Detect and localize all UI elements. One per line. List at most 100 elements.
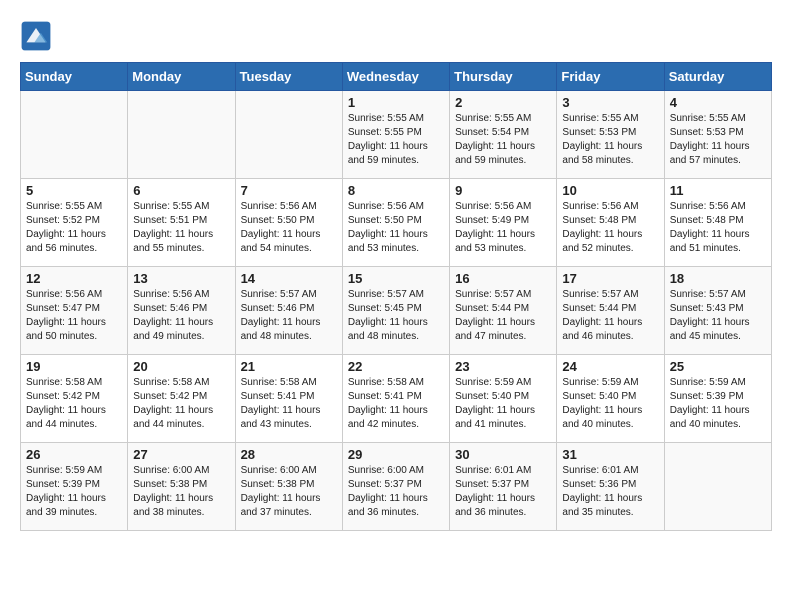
day-number: 12 [26,271,122,286]
calendar-cell: 16Sunrise: 5:57 AM Sunset: 5:44 PM Dayli… [450,267,557,355]
calendar-cell: 1 Sunrise: 5:55 AM Sunset: 5:55 PM Daylig… [342,91,449,179]
day-info: Sunrise: 5:56 AM Sunset: 5:49 PM Dayligh… [455,200,551,256]
weekday-friday: Friday [557,63,664,91]
calendar-cell: 23Sunrise: 5:59 AM Sunset: 5:40 PM Dayli… [450,355,557,443]
weekday-saturday: Saturday [664,63,771,91]
calendar-header: SundayMondayTuesdayWednesdayThursdayFrid… [21,63,772,91]
day-number: 1 [348,95,444,110]
day-info: Sunrise: 5:59 AM Sunset: 5:40 PM Dayligh… [455,376,551,432]
calendar-cell: 26 Sunrise: 5:59 AM Sunset: 5:39 PM Dayli… [21,443,128,531]
day-info: Sunrise: 5:58 AM Sunset: 5:41 PM Dayligh… [241,376,337,432]
calendar-cell: 8 Sunrise: 5:56 AM Sunset: 5:50 PM Daylig… [342,179,449,267]
weekday-sunday: Sunday [21,63,128,91]
calendar-cell [21,91,128,179]
day-info: Sunrise: 5:57 AM Sunset: 5:44 PM Dayligh… [562,288,658,344]
calendar-cell: 12 Sunrise: 5:56 AM Sunset: 5:47 PM Dayli… [21,267,128,355]
day-info: Sunrise: 5:57 AM Sunset: 5:45 PM Dayligh… [348,288,444,344]
day-number: 26 [26,447,122,462]
calendar-cell: 14 Sunrise: 5:57 AM Sunset: 5:46 PM Dayli… [235,267,342,355]
day-info: Sunrise: 6:01 AM Sunset: 5:36 PM Dayligh… [562,464,658,520]
calendar-cell: 10 Sunrise: 5:56 AM Sunset: 5:48 PM Dayli… [557,179,664,267]
day-number: 28 [241,447,337,462]
day-info: Sunrise: 5:56 AM Sunset: 5:50 PM Dayligh… [348,200,444,256]
calendar-cell: 27 Sunrise: 6:00 AM Sunset: 5:38 PM Dayli… [128,443,235,531]
calendar-cell [235,91,342,179]
day-number: 7 [241,183,337,198]
weekday-monday: Monday [128,63,235,91]
day-info: Sunrise: 5:57 AM Sunset: 5:43 PM Dayligh… [670,288,766,344]
calendar-cell: 11 Sunrise: 5:56 AM Sunset: 5:48 PM Dayli… [664,179,771,267]
day-number: 19 [26,359,122,374]
day-info: Sunrise: 5:57 AM Sunset: 5:46 PM Dayligh… [241,288,337,344]
day-info: Sunrise: 5:56 AM Sunset: 5:48 PM Dayligh… [562,200,658,256]
calendar-cell: 24Sunrise: 5:59 AM Sunset: 5:40 PM Dayli… [557,355,664,443]
logo-icon [20,20,52,52]
calendar-cell: 19 Sunrise: 5:58 AM Sunset: 5:42 PM Dayli… [21,355,128,443]
day-info: Sunrise: 5:57 AM Sunset: 5:44 PM Dayligh… [455,288,551,344]
calendar-cell: 22Sunrise: 5:58 AM Sunset: 5:41 PM Dayli… [342,355,449,443]
calendar-cell: 4 Sunrise: 5:55 AM Sunset: 5:53 PM Daylig… [664,91,771,179]
weekday-tuesday: Tuesday [235,63,342,91]
day-number: 14 [241,271,337,286]
calendar-week-5: 26 Sunrise: 5:59 AM Sunset: 5:39 PM Dayli… [21,443,772,531]
day-number: 25 [670,359,766,374]
day-number: 4 [670,95,766,110]
calendar-cell [664,443,771,531]
day-info: Sunrise: 5:59 AM Sunset: 5:39 PM Dayligh… [26,464,122,520]
day-info: Sunrise: 5:56 AM Sunset: 5:50 PM Dayligh… [241,200,337,256]
day-number: 6 [133,183,229,198]
day-info: Sunrise: 6:00 AM Sunset: 5:38 PM Dayligh… [241,464,337,520]
calendar-week-4: 19 Sunrise: 5:58 AM Sunset: 5:42 PM Dayli… [21,355,772,443]
day-number: 13 [133,271,229,286]
calendar-cell: 30 Sunrise: 6:01 AM Sunset: 5:37 PM Dayli… [450,443,557,531]
calendar-cell: 31 Sunrise: 6:01 AM Sunset: 5:36 PM Dayli… [557,443,664,531]
day-info: Sunrise: 5:58 AM Sunset: 5:42 PM Dayligh… [26,376,122,432]
calendar-cell: 29Sunrise: 6:00 AM Sunset: 5:37 PM Dayli… [342,443,449,531]
day-info: Sunrise: 5:56 AM Sunset: 5:47 PM Dayligh… [26,288,122,344]
calendar-cell: 17 Sunrise: 5:57 AM Sunset: 5:44 PM Dayli… [557,267,664,355]
day-number: 18 [670,271,766,286]
calendar-week-2: 5 Sunrise: 5:55 AM Sunset: 5:52 PM Daylig… [21,179,772,267]
page-header [20,20,772,52]
day-info: Sunrise: 5:55 AM Sunset: 5:51 PM Dayligh… [133,200,229,256]
day-number: 20 [133,359,229,374]
day-number: 21 [241,359,337,374]
calendar-cell: 6 Sunrise: 5:55 AM Sunset: 5:51 PM Daylig… [128,179,235,267]
day-number: 30 [455,447,551,462]
weekday-thursday: Thursday [450,63,557,91]
day-number: 27 [133,447,229,462]
day-number: 5 [26,183,122,198]
logo [20,20,58,52]
day-info: Sunrise: 5:55 AM Sunset: 5:53 PM Dayligh… [562,112,658,168]
day-info: Sunrise: 5:56 AM Sunset: 5:46 PM Dayligh… [133,288,229,344]
calendar-cell: 20 Sunrise: 5:58 AM Sunset: 5:42 PM Dayli… [128,355,235,443]
weekday-header-row: SundayMondayTuesdayWednesdayThursdayFrid… [21,63,772,91]
day-number: 29 [348,447,444,462]
day-info: Sunrise: 5:58 AM Sunset: 5:42 PM Dayligh… [133,376,229,432]
day-number: 9 [455,183,551,198]
calendar-cell: 13 Sunrise: 5:56 AM Sunset: 5:46 PM Dayli… [128,267,235,355]
day-info: Sunrise: 6:01 AM Sunset: 5:37 PM Dayligh… [455,464,551,520]
calendar-cell: 5 Sunrise: 5:55 AM Sunset: 5:52 PM Daylig… [21,179,128,267]
day-info: Sunrise: 5:55 AM Sunset: 5:52 PM Dayligh… [26,200,122,256]
day-number: 11 [670,183,766,198]
day-number: 24 [562,359,658,374]
calendar-cell: 25Sunrise: 5:59 AM Sunset: 5:39 PM Dayli… [664,355,771,443]
calendar-cell: 28 Sunrise: 6:00 AM Sunset: 5:38 PM Dayli… [235,443,342,531]
day-number: 8 [348,183,444,198]
day-number: 3 [562,95,658,110]
day-info: Sunrise: 5:56 AM Sunset: 5:48 PM Dayligh… [670,200,766,256]
day-number: 2 [455,95,551,110]
day-info: Sunrise: 5:58 AM Sunset: 5:41 PM Dayligh… [348,376,444,432]
day-number: 31 [562,447,658,462]
calendar-cell: 15Sunrise: 5:57 AM Sunset: 5:45 PM Dayli… [342,267,449,355]
weekday-wednesday: Wednesday [342,63,449,91]
day-info: Sunrise: 5:55 AM Sunset: 5:53 PM Dayligh… [670,112,766,168]
day-info: Sunrise: 5:55 AM Sunset: 5:54 PM Dayligh… [455,112,551,168]
day-info: Sunrise: 6:00 AM Sunset: 5:38 PM Dayligh… [133,464,229,520]
calendar-week-3: 12 Sunrise: 5:56 AM Sunset: 5:47 PM Dayli… [21,267,772,355]
day-info: Sunrise: 5:55 AM Sunset: 5:55 PM Dayligh… [348,112,444,168]
day-number: 10 [562,183,658,198]
day-number: 17 [562,271,658,286]
calendar-table: SundayMondayTuesdayWednesdayThursdayFrid… [20,62,772,531]
